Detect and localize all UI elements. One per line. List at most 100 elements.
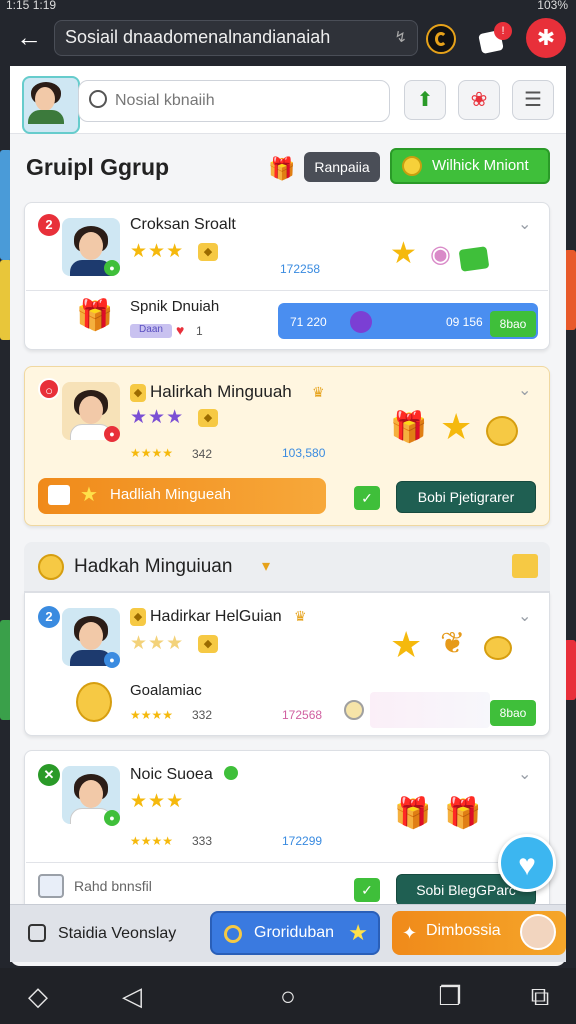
leaf-reward-icon: ❦ [440, 627, 466, 660]
split-screen-icon[interactable]: ⧉ [520, 968, 560, 1024]
star-icon: ★ [80, 484, 98, 506]
avatar [520, 914, 556, 950]
weekly-banner[interactable]: ★ Hadliah Mingueah [38, 478, 326, 514]
star-reward-icon: ★ [390, 237, 417, 270]
status-bar: 1:15 1:19 103% [0, 0, 576, 14]
member-name: Hadirkar HelGuian [150, 608, 282, 625]
gray-button[interactable]: Ranpaiia [304, 152, 380, 182]
page-title: Gruipl Ggrup [26, 154, 170, 180]
treasure-icon: 🎁 [76, 299, 114, 332]
search-input[interactable]: Nosial kbnaiih [78, 80, 390, 122]
chevron-down-icon[interactable]: ⌄ [518, 764, 531, 784]
upload-icon[interactable]: ⬆ [404, 80, 446, 120]
medal-icon: ◆ [130, 384, 146, 402]
gift-reward-icon: 🎁 [444, 797, 482, 830]
member-name: Halirkah Minguuah [150, 382, 292, 401]
crown-icon: ♛ [294, 608, 307, 624]
star-icon: ★ [348, 920, 368, 945]
gift-icon[interactable]: 🎁 [268, 156, 295, 182]
recents-icon[interactable]: ❐ [430, 968, 470, 1024]
image-icon [38, 874, 64, 898]
action-button[interactable]: Bobi Pjetigrarer [396, 481, 536, 513]
star-count: 333 [192, 834, 213, 848]
gift-reward-icon: 🎁 [390, 411, 428, 444]
star-reward-icon: ★ [390, 624, 423, 665]
menu-icon[interactable]: ☰ [512, 80, 554, 120]
crown-icon: ♛ [312, 384, 325, 400]
search-placeholder: Nosial kbnaiih [115, 92, 215, 109]
verified-icon [224, 766, 238, 780]
coin-icon [402, 156, 422, 176]
address-bar[interactable]: Sosiail dnaadomenalnandianaiah ↯ [54, 20, 418, 56]
divider [26, 290, 548, 291]
member-name: Croksan Sroalt [130, 216, 236, 233]
status-battery: 103% [537, 0, 568, 12]
medal-icon: ◆ [198, 243, 218, 261]
tag-label: Daan [130, 324, 172, 338]
rating-stars: ★★★ [130, 241, 185, 262]
orb-icon [350, 311, 372, 333]
profile-button[interactable]: ✦ Dimbossia [392, 911, 566, 955]
rank-badge: ○ [38, 378, 60, 400]
section-title: Hadkah Minguiuan [74, 556, 233, 577]
rating-stars: ★★★ [130, 407, 185, 428]
user-avatar[interactable] [22, 76, 80, 134]
status-icon: ● [104, 426, 120, 442]
diamond-icon[interactable]: ◇ [18, 968, 58, 1024]
coin-reward-icon [486, 416, 518, 446]
heart-icon: ♥ [176, 322, 185, 338]
chevron-down-icon[interactable]: ⌄ [518, 214, 531, 234]
sub-name: Rahd bnnsfil [74, 878, 152, 894]
rank-badge: 2 [38, 606, 60, 628]
member-name: Noic Suoea [130, 766, 213, 783]
heart-check-icon[interactable]: ♥ [498, 834, 556, 892]
green-button[interactable]: Wilhick Mniont [390, 148, 550, 184]
check-icon[interactable]: ✓ [354, 878, 380, 902]
member-id: 172568 [282, 708, 323, 722]
chevron-down-icon[interactable]: ⌄ [518, 606, 531, 626]
like-count: 1 [196, 324, 203, 338]
rose-icon[interactable]: ❀ [458, 80, 500, 120]
extension-icon[interactable] [426, 24, 456, 54]
envelope-icon[interactable] [512, 554, 538, 578]
medal-icon: ◆ [198, 409, 218, 427]
tabs-icon[interactable]: ! [478, 22, 512, 55]
member-id: 103,580 [282, 446, 326, 460]
claim-button[interactable]: 8bao [490, 700, 536, 726]
star-count: 342 [192, 447, 213, 461]
status-time: 1:15 1:19 [6, 0, 57, 12]
medal-icon: ◆ [198, 635, 218, 653]
spark-icon: ✦ [402, 923, 418, 943]
home-icon[interactable]: ○ [268, 968, 308, 1024]
sparkle-icon: ↯ [394, 29, 407, 46]
star-reward-icon: ★ [440, 406, 473, 447]
drop-reward-icon: ◉ [430, 241, 451, 268]
coin-reward-icon [484, 636, 512, 660]
small-stars: ★★★★ [130, 708, 174, 722]
search-icon [224, 925, 242, 943]
chevron-down-icon[interactable]: ⌄ [518, 380, 531, 400]
puzzle-icon[interactable]: ✱ [526, 18, 566, 58]
back-nav-icon[interactable]: ◁ [112, 968, 152, 1024]
rating-stars: ★★★ [130, 791, 185, 812]
search-button[interactable]: Groriduban ★ [210, 911, 380, 955]
divider [26, 862, 548, 863]
check-icon[interactable]: ✓ [354, 486, 380, 510]
chevron-down-icon[interactable]: ▾ [262, 556, 270, 576]
coin-icon [38, 554, 64, 580]
search-icon [89, 90, 107, 108]
star-count: 332 [192, 708, 213, 722]
cash-reward-icon [458, 246, 490, 272]
ring-icon [344, 700, 364, 720]
stats-icon [28, 924, 46, 942]
coin-stack-icon [76, 682, 112, 722]
member-id: 172258 [280, 262, 321, 276]
status-icon: ● [104, 652, 120, 668]
back-icon[interactable]: ← [16, 24, 44, 52]
rank-badge: 2 [38, 214, 60, 236]
mail-icon [48, 485, 70, 505]
small-stars: ★★★★ [130, 834, 174, 848]
claim-button[interactable]: 8bao [490, 311, 536, 337]
stats-button[interactable]: Staidia Veonslay [22, 912, 202, 956]
small-stars: ★★★★ [130, 446, 174, 460]
